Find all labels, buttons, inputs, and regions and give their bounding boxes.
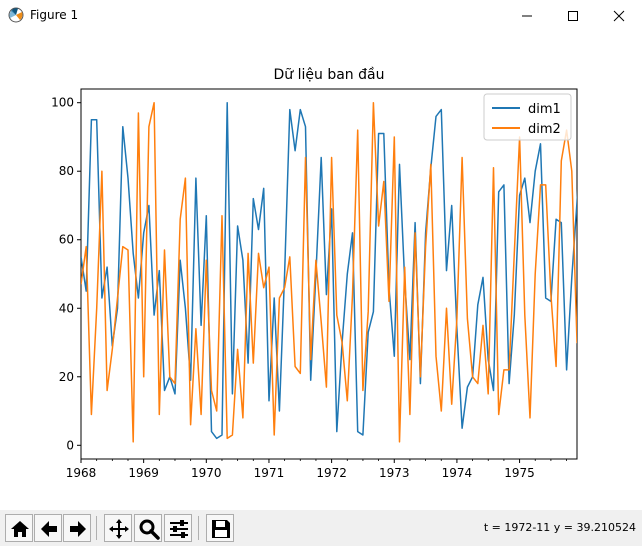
x-tick-label: 1974 [442, 466, 473, 480]
back-arrow-icon [41, 521, 57, 537]
maximize-button[interactable] [550, 0, 596, 31]
toolbar-separator [198, 516, 199, 540]
home-button[interactable] [5, 514, 33, 542]
x-tick-label: 1971 [254, 466, 285, 480]
configure-subplots-icon [170, 520, 188, 538]
y-tick-label: 20 [59, 370, 74, 384]
close-icon [613, 10, 625, 22]
window-title: Figure 1 [30, 8, 79, 22]
x-tick-label: 1970 [191, 466, 222, 480]
pan-button[interactable] [104, 514, 132, 542]
y-tick-label: 60 [59, 233, 74, 247]
back-button[interactable] [34, 514, 62, 542]
minimize-button[interactable] [504, 0, 550, 31]
x-tick-label: 1969 [128, 466, 159, 480]
minimize-icon [522, 15, 532, 17]
window-titlebar: Figure 1 [0, 0, 642, 32]
home-icon [11, 521, 29, 537]
matplotlib-logo-icon [8, 7, 24, 23]
zoom-icon [139, 519, 160, 540]
close-button[interactable] [596, 0, 642, 31]
figure-canvas[interactable]: 0 20 40 60 80 100 1968 1969 1970 1971 1972 1973 1974… [0, 31, 642, 510]
chart-title: Dữ liệu ban đầu [274, 67, 385, 83]
pan-icon [109, 519, 129, 539]
forward-button[interactable] [63, 514, 91, 542]
x-tick-label: 1972 [316, 466, 347, 480]
toolbar-separator [96, 516, 97, 540]
save-icon [212, 520, 230, 538]
y-tick-label: 0 [66, 438, 74, 452]
x-tick-label: 1975 [504, 466, 535, 480]
y-tick-label: 80 [59, 164, 74, 178]
series-line-dim2 [81, 101, 577, 443]
legend-label-dim2: dim2 [528, 122, 561, 137]
cursor-coordinates: t = 1972-11 y = 39.210524 [483, 521, 636, 534]
navigation-toolbar: t = 1972-11 y = 39.210524 [0, 510, 642, 546]
x-tick-label: 1968 [66, 466, 97, 480]
y-tick-label: 40 [59, 301, 74, 315]
zoom-button[interactable] [134, 514, 162, 542]
save-button[interactable] [206, 514, 234, 542]
x-tick-label: 1973 [379, 466, 410, 480]
maximize-icon [568, 11, 578, 21]
configure-subplots-button[interactable] [164, 514, 192, 542]
legend: dim1 dim2 [483, 93, 572, 141]
legend-label-dim1: dim1 [528, 102, 561, 117]
line-chart[interactable]: 0 20 40 60 80 100 1968 1969 1970 1971 1972 1973 1974… [0, 31, 642, 510]
series-lines [81, 101, 577, 443]
forward-arrow-icon [70, 521, 86, 537]
y-tick-label: 100 [51, 96, 74, 110]
